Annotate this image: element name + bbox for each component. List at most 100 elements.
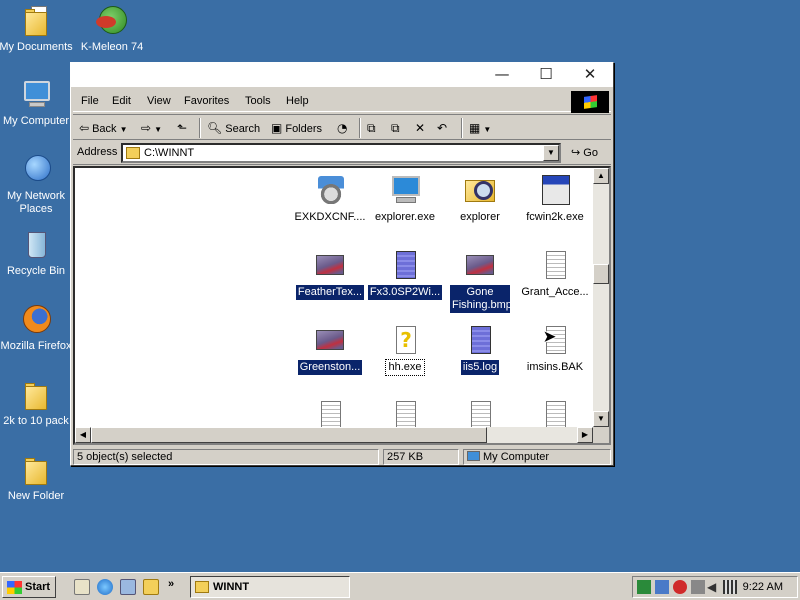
folder-search-icon [465, 180, 495, 202]
desktop-icon-label: Recycle Bin [6, 265, 66, 277]
explorer-search-icon[interactable] [143, 579, 159, 595]
copy-to-button[interactable]: ⧉ [391, 120, 403, 136]
folders-button[interactable]: ▣ Folders [271, 120, 322, 136]
desktop-icon-my-documents[interactable]: My Documents [0, 4, 74, 54]
menu-help[interactable]: Help [286, 95, 309, 107]
network-globe-icon [25, 155, 51, 181]
program-window-icon [542, 175, 570, 205]
show-desktop-icon[interactable] [74, 579, 90, 595]
text-file-icon [546, 251, 566, 279]
menu-file[interactable]: File [81, 95, 99, 107]
status-selection: 5 object(s) selected [73, 449, 379, 465]
scroll-down-button[interactable]: ▼ [593, 411, 609, 427]
taskbar-button-winnt[interactable]: WINNT [190, 576, 350, 598]
up-folder-icon: ⬑ [177, 121, 188, 135]
internet-explorer-icon[interactable] [97, 579, 113, 595]
file-label: Grant_Acce... [521, 286, 589, 298]
folder-icon [126, 147, 140, 159]
desktop-icon-label: Mozilla Firefox [0, 340, 72, 352]
move-to-button[interactable]: ⧉ [367, 120, 379, 136]
close-button[interactable]: ✕ [579, 65, 601, 83]
go-button[interactable]: ↪ Go [571, 146, 598, 159]
menu-bar: File Edit View Favorites Tools Help [73, 90, 611, 113]
tray-network-icon[interactable] [655, 580, 669, 594]
up-folder-button[interactable]: ⬑ [177, 120, 190, 136]
vertical-scroll-thumb[interactable] [593, 264, 609, 284]
desktop-icon-new-folder[interactable]: New Folder [0, 453, 74, 503]
scroll-up-button[interactable]: ▲ [593, 168, 609, 184]
history-button[interactable]: ◔ [337, 120, 350, 136]
file-item[interactable]: ? hh.exe [367, 324, 443, 378]
menu-favorites[interactable]: Favorites [184, 95, 229, 107]
bitmap-icon [316, 330, 344, 350]
file-item[interactable]: fcwin2k.exe [517, 174, 593, 228]
vertical-scrollbar[interactable]: ▲ ▼ [593, 168, 609, 427]
horizontal-scrollbar[interactable]: ◀ ▶ [75, 427, 593, 443]
maximize-button[interactable]: ☐ [535, 65, 557, 83]
menu-tools[interactable]: Tools [245, 95, 271, 107]
history-icon: ◔ [337, 121, 348, 135]
outlook-express-icon[interactable] [120, 579, 136, 595]
desktop-icon-label: My Computer [2, 115, 70, 127]
text-file-icon [321, 401, 341, 429]
address-input[interactable]: C:\WINNT ▼ [121, 143, 561, 163]
address-dropdown-button[interactable]: ▼ [543, 145, 559, 161]
tray-security-icon[interactable] [673, 580, 687, 594]
address-bar: Address C:\WINNT ▼ ↪ Go [73, 141, 611, 165]
firefox-icon [23, 305, 51, 333]
bitmap-icon [466, 255, 494, 275]
system-tray: ◀ 9:22 AM [632, 576, 798, 598]
views-icon: ▦ [469, 121, 481, 135]
menu-view[interactable]: View [147, 95, 171, 107]
file-view[interactable]: EXKDXCNF.... explorer.exe explorer fcwin… [73, 166, 611, 445]
forward-button[interactable]: ⇨ ▼ [141, 120, 162, 136]
document-icon [396, 251, 416, 279]
file-item[interactable]: explorer [442, 174, 518, 228]
undo-button[interactable]: ↶ [437, 120, 450, 136]
text-file-icon [546, 401, 566, 429]
file-label: explorer.exe [375, 211, 435, 223]
file-item[interactable]: Gone Fishing.bmp [442, 249, 518, 316]
volume-icon[interactable]: ◀ [707, 580, 721, 594]
file-item[interactable]: FeatherTex... [292, 249, 368, 303]
back-button[interactable]: ⇦ Back ▼ [79, 120, 128, 136]
desktop-icon-my-network-places[interactable]: My Network Places [0, 153, 74, 216]
file-item[interactable]: Grant_Acce... [517, 249, 593, 303]
recycle-bin-icon [28, 232, 46, 258]
scroll-left-button[interactable]: ◀ [75, 427, 91, 443]
desktop-icon-my-computer[interactable]: My Computer [0, 78, 74, 128]
file-item[interactable]: EXKDXCNF.... [292, 174, 368, 228]
desktop-icon-k-meleon[interactable]: K-Meleon 74 [74, 4, 150, 54]
minimize-button[interactable]: — [491, 65, 513, 83]
clock[interactable]: 9:22 AM [743, 581, 783, 593]
file-label: explorer [460, 211, 500, 223]
windows-flag-icon [7, 581, 22, 594]
computer-exe-icon [392, 176, 420, 196]
undo-icon: ↶ [437, 121, 448, 135]
horizontal-scroll-thumb[interactable] [91, 427, 487, 443]
file-label: Fx3.0SP2Wi... [367, 285, 443, 300]
desktop-icon-label: My Documents [0, 41, 73, 53]
scroll-right-button[interactable]: ▶ [577, 427, 593, 443]
start-button[interactable]: Start [2, 576, 56, 598]
desktop-icon-mozilla-firefox[interactable]: Mozilla Firefox [0, 303, 74, 353]
views-button[interactable]: ▦ ▼ [469, 120, 491, 136]
taskbar: Start » WINNT ◀ 9:22 AM [0, 572, 800, 600]
file-item[interactable]: explorer.exe [367, 174, 443, 228]
menu-edit[interactable]: Edit [112, 95, 131, 107]
desktop-icon-recycle-bin[interactable]: Recycle Bin [0, 228, 74, 278]
file-item[interactable]: Greenston... [292, 324, 368, 378]
tray-paint-icon[interactable] [691, 580, 705, 594]
file-item[interactable]: Fx3.0SP2Wi... [367, 249, 443, 303]
search-icon: 🔍︎ [207, 121, 223, 135]
tray-misc-icon[interactable] [723, 580, 737, 594]
my-computer-icon [467, 451, 480, 461]
search-button[interactable]: 🔍︎ Search [207, 120, 260, 136]
quick-launch-more-button[interactable]: » [168, 578, 174, 590]
file-item[interactable]: iis5.log [442, 324, 518, 378]
scroll-corner [593, 427, 609, 443]
desktop-icon-2k-to-10-pack[interactable]: 2k to 10 pack [0, 378, 74, 428]
delete-button[interactable]: ✕ [415, 120, 428, 136]
tray-app-icon[interactable] [637, 580, 651, 594]
title-bar[interactable]: — ☐ ✕ [71, 63, 613, 87]
